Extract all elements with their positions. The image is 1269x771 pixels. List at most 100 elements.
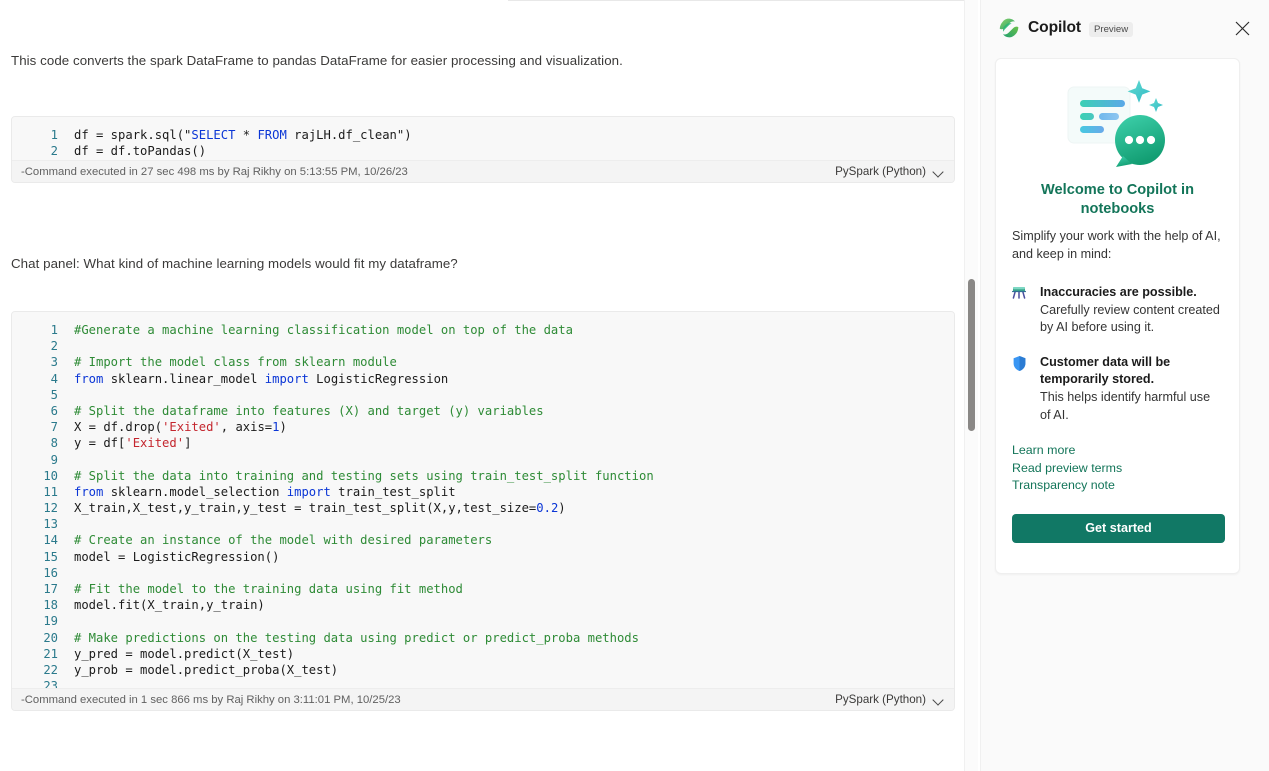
code-token: rajLH.df_clean") (286, 128, 412, 142)
line-number: 17 (43, 582, 58, 596)
code-line: 12 X_train,X_test,y_train,y_test = train_… (12, 500, 954, 516)
disclaimer-item-inaccuracies: Inaccuracies are possible. Carefully rev… (1011, 284, 1223, 337)
code-token: #Generate a machine learning classificat… (74, 323, 573, 337)
code-line: 11 from sklearn.model_selection import tr… (12, 484, 954, 500)
code-token: 'Exited' (162, 420, 221, 435)
code-token: 'Exited' (125, 436, 185, 451)
line-number: 1 (50, 128, 58, 142)
disclaimer-text: Inaccuracies are possible. Carefully rev… (1040, 284, 1223, 337)
markdown-cell-1: This code converts the spark DataFrame t… (11, 53, 623, 68)
code-line: 10 # Split the data into training and tes… (12, 468, 954, 484)
code-token: train_test_split (330, 484, 456, 499)
code-cell-1[interactable]: 1 df = spark.sql("SELECT * FROM rajLH.df_… (11, 116, 955, 183)
code-token: # Split the dataframe into features (X) … (74, 403, 544, 418)
copilot-welcome-heading: Welcome to Copilot in notebooks (1041, 182, 1194, 217)
code-token: , axis= (220, 420, 273, 435)
code-token: import (264, 371, 309, 386)
chevron-down-icon (933, 166, 944, 177)
code-editor-2[interactable]: 1 #Generate a machine learning classifica… (12, 312, 954, 703)
line-number: 1 (50, 323, 58, 337)
cell-execution-status-1: -Command executed in 27 sec 498 ms by Ra… (21, 165, 408, 178)
code-line: 13 (12, 516, 954, 532)
line-number: 14 (43, 533, 58, 548)
code-line: 14 # Create an instance of the model with… (12, 532, 954, 548)
code-token: model.fit(X_train,y_train) (74, 598, 265, 613)
code-line: 19 (12, 613, 954, 629)
code-token: # Fit the model to the training data usi… (74, 582, 463, 596)
code-line: 2 df = df.toPandas() (12, 143, 954, 159)
copilot-welcome-card: Welcome to Copilot in notebooks Simplify… (995, 58, 1240, 574)
code-token: y_prob = model.predict_proba(X_test) (74, 662, 339, 677)
code-token: y = df[ (74, 436, 126, 451)
line-number: 3 (50, 355, 58, 370)
line-number: 6 (50, 403, 58, 418)
code-token: from (74, 371, 104, 386)
line-number: 13 (43, 517, 58, 532)
code-cell-2[interactable]: 1 #Generate a machine learning classifica… (11, 311, 955, 711)
notebook-canvas: This code converts the spark DataFrame t… (0, 0, 968, 771)
code-line: 8 y = df['Exited'] (12, 435, 954, 451)
code-token: ) (558, 501, 566, 516)
code-line: 1 #Generate a machine learning classifica… (12, 322, 954, 338)
code-line: 20 # Make predictions on the testing data… (12, 630, 954, 646)
code-token: ] (184, 436, 192, 451)
copilot-logo-icon (998, 17, 1020, 39)
cell-status-bar-1: -Command executed in 27 sec 498 ms by Ra… (12, 160, 954, 182)
language-picker-2[interactable]: PySpark (Python) (835, 693, 944, 706)
code-token: # Make predictions on the testing data u… (74, 630, 639, 645)
code-token: FROM (257, 128, 287, 142)
copilot-header: Copilot Preview (981, 0, 1269, 56)
copilot-welcome-subtitle: Simplify your work with the help of AI, … (1012, 229, 1221, 261)
code-line: 2 (12, 338, 954, 354)
disclaimer-body: This helps identify harmful use of AI. (1040, 389, 1211, 422)
chevron-down-icon (933, 694, 944, 705)
code-token: 0.2 (536, 501, 559, 516)
copilot-brand: Copilot Preview (998, 17, 1134, 39)
notebook-scrollbar-thumb[interactable] (968, 279, 975, 431)
link-read-preview-terms[interactable]: Read preview terms (1012, 460, 1223, 478)
disclaimer-item-data-storage: Customer data will be temporarily stored… (1012, 354, 1223, 424)
language-picker-1[interactable]: PySpark (Python) (835, 165, 944, 178)
copilot-welcome-illustration (996, 59, 1241, 177)
cell-status-bar-2: -Command executed in 1 sec 866 ms by Raj… (12, 688, 954, 710)
code-token: # Import the model class from sklearn mo… (74, 355, 397, 370)
code-token: df = df.toPandas() (74, 144, 207, 159)
line-number: 20 (43, 630, 58, 645)
line-number: 7 (50, 420, 58, 435)
code-line: 17 # Fit the model to the training data u… (12, 581, 954, 597)
line-number: 10 (43, 468, 58, 483)
code-line: 9 (12, 452, 954, 468)
code-line: 15 model = LogisticRegression() (12, 549, 954, 565)
close-icon[interactable] (1228, 14, 1256, 42)
copilot-panel: Copilot Preview Welcome to Copilot in no… (980, 0, 1269, 771)
code-token: from (74, 484, 104, 499)
review-content-icon (1011, 284, 1030, 337)
disclaimer-title: Customer data will be temporarily stored… (1040, 354, 1171, 387)
code-line: 18 model.fit(X_train,y_train) (12, 597, 954, 613)
code-token: SELECT (191, 128, 236, 142)
code-token: model = LogisticRegression() (74, 549, 280, 564)
line-number: 22 (43, 662, 58, 677)
code-token: import (286, 484, 331, 499)
code-token: y_pred = model.predict(X_test) (74, 646, 295, 661)
code-token: # Create an instance of the model with d… (74, 533, 493, 548)
line-number: 4 (50, 371, 58, 386)
disclaimer-body: Carefully review content created by AI b… (1040, 302, 1220, 335)
code-line: 1 df = spark.sql("SELECT * FROM rajLH.df_… (12, 127, 954, 143)
code-line: 5 (12, 387, 954, 403)
link-learn-more[interactable]: Learn more (1012, 442, 1223, 460)
language-label-2: PySpark (Python) (835, 693, 926, 706)
code-line: 21 y_pred = model.predict(X_test) (12, 646, 954, 662)
code-line: 6 # Split the dataframe into features (X)… (12, 403, 954, 419)
shield-icon (1012, 354, 1030, 424)
code-token: sklearn.linear_model (103, 371, 265, 386)
line-number: 2 (50, 339, 58, 354)
line-number: 15 (43, 549, 58, 564)
cell-execution-status-2: -Command executed in 1 sec 866 ms by Raj… (21, 693, 401, 706)
link-transparency-note[interactable]: Transparency note (1012, 477, 1223, 495)
code-token: X = df.drop( (74, 420, 163, 435)
code-token: sklearn.model_selection (103, 484, 287, 499)
preview-badge: Preview (1089, 21, 1134, 37)
get-started-button[interactable]: Get started (1012, 513, 1225, 543)
code-line: 3 # Import the model class from sklearn m… (12, 354, 954, 370)
